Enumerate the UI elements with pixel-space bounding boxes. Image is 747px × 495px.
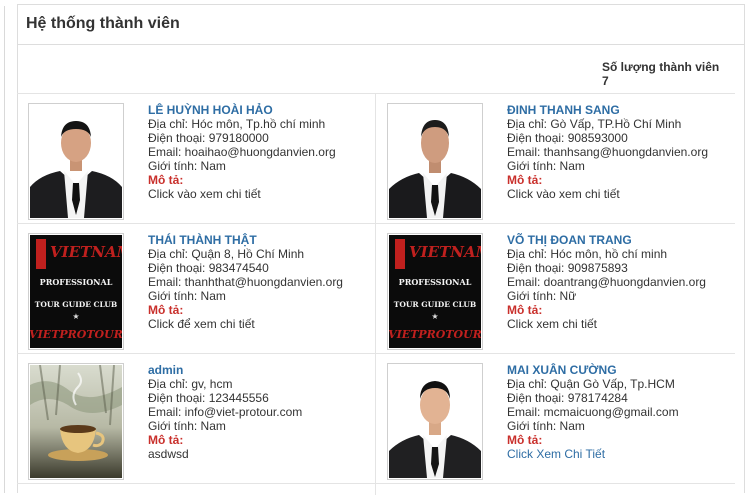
member-desc-label: Mô tả: — [507, 433, 543, 447]
member-email: Email: thanhsang@huongdanvien.org — [507, 145, 708, 159]
member-address: Địa chỉ: Quận Gò Vấp, Tp.HCM — [507, 377, 675, 391]
svg-text:★: ★ — [72, 312, 79, 321]
member-name-link[interactable]: THÁI THÀNH THẬT — [148, 233, 343, 247]
member-info: admin Địa chỉ: gv, hcm Điện thoại: 12344… — [148, 363, 302, 461]
member-email: Email: doantrang@huongdanvien.org — [507, 275, 706, 289]
member-photo[interactable]: VIETNAM PROFESSIONAL TOUR GUIDE CLUB ★ V… — [387, 233, 483, 350]
member-name-link[interactable]: ĐINH THANH SANG — [507, 103, 708, 117]
member-gender: Giới tính: Nam — [148, 159, 226, 173]
member-card: MAI XUÂN CƯỜNG Địa chỉ: Quận Gò Vấp, Tp.… — [376, 353, 735, 483]
member-address: Địa chỉ: Gò Vấp, TP.Hồ Chí Minh — [507, 117, 682, 131]
logo-line3: TOUR GUIDE CLUB — [35, 300, 118, 309]
portrait-man-suit-icon — [389, 365, 481, 478]
member-address: Địa chỉ: gv, hcm — [148, 377, 233, 391]
member-grid: LÊ HUỲNH HOÀI HẢO Địa chỉ: Hóc môn, Tp.h… — [17, 93, 735, 495]
member-desc: Click để xem chi tiết — [148, 317, 255, 331]
logo-line4: VIETPROTOUR — [30, 328, 122, 341]
member-info: ĐINH THANH SANG Địa chỉ: Gò Vấp, TP.Hồ C… — [507, 103, 708, 201]
member-info: LÊ HUỲNH HOÀI HẢO Địa chỉ: Hóc môn, Tp.h… — [148, 103, 336, 201]
member-info: THÁI THÀNH THẬT Địa chỉ: Quận 8, Hồ Chí … — [148, 233, 343, 331]
portrait-man-suit-icon — [389, 105, 481, 218]
member-photo[interactable] — [28, 363, 124, 480]
member-name-link[interactable]: MAI XUÂN CƯỜNG — [507, 363, 679, 377]
member-name-link[interactable]: VÕ THỊ ĐOAN TRANG — [507, 233, 706, 247]
member-email: Email: hoaihao@huongdanvien.org — [148, 145, 336, 159]
member-card-partial — [17, 483, 376, 495]
member-email: Email: thanhthat@huongdanvien.org — [148, 275, 343, 289]
logo-line1: VIETNAM — [409, 243, 481, 261]
member-card: VIETNAM PROFESSIONAL TOUR GUIDE CLUB ★ V… — [17, 223, 376, 353]
member-info: VÕ THỊ ĐOAN TRANG Địa chỉ: Hóc môn, hồ c… — [507, 233, 706, 331]
panel-heading: Hệ thống thành viên — [18, 5, 744, 45]
member-card: LÊ HUỲNH HOÀI HẢO Địa chỉ: Hóc môn, Tp.h… — [17, 93, 376, 223]
member-desc: Click xem chi tiết — [507, 317, 598, 331]
member-gender: Giới tính: Nam — [507, 159, 585, 173]
member-email: Email: mcmaicuong@gmail.com — [507, 405, 679, 419]
members-panel: Hệ thống thành viên Số lượng thành viên … — [17, 4, 745, 495]
portrait-man-suit-icon — [30, 105, 122, 218]
member-phone: Điện thoại: 909875893 — [507, 261, 628, 275]
coffee-cup-icon — [30, 365, 122, 478]
member-count: Số lượng thành viên 7 — [602, 60, 742, 88]
member-email: Email: info@viet-protour.com — [148, 405, 303, 419]
vietprotour-logo-icon: VIETNAM PROFESSIONAL TOUR GUIDE CLUB ★ V… — [30, 235, 122, 348]
member-desc-link[interactable]: Click Xem Chi Tiết — [507, 447, 679, 461]
member-desc-label: Mô tả: — [148, 433, 184, 447]
member-phone: Điện thoại: 979180000 — [148, 131, 269, 145]
member-photo[interactable] — [28, 103, 124, 220]
member-card: ĐINH THANH SANG Địa chỉ: Gò Vấp, TP.Hồ C… — [376, 93, 735, 223]
member-name-link[interactable]: LÊ HUỲNH HOÀI HẢO — [148, 103, 336, 117]
member-gender: Giới tính: Nam — [148, 289, 226, 303]
logo-line4: VIETPROTOUR — [389, 328, 481, 341]
member-count-value: 7 — [602, 74, 609, 88]
member-phone: Điện thoại: 978174284 — [507, 391, 628, 405]
member-desc: Click vào xem chi tiết — [148, 187, 261, 201]
member-phone: Điện thoại: 983474540 — [148, 261, 269, 275]
page-title: Hệ thống thành viên — [26, 15, 180, 32]
member-photo[interactable] — [387, 103, 483, 220]
member-count-label: Số lượng thành viên — [602, 60, 720, 74]
member-address: Địa chỉ: Hóc môn, hồ chí minh — [507, 247, 668, 261]
member-card: VIETNAM PROFESSIONAL TOUR GUIDE CLUB ★ V… — [376, 223, 735, 353]
member-phone: Điện thoại: 123445556 — [148, 391, 269, 405]
member-card-partial — [376, 483, 735, 495]
member-desc-label: Mô tả: — [148, 173, 184, 187]
member-desc: Click vào xem chi tiết — [507, 187, 620, 201]
svg-text:★: ★ — [431, 312, 438, 321]
member-card: admin Địa chỉ: gv, hcm Điện thoại: 12344… — [17, 353, 376, 483]
member-photo[interactable] — [387, 363, 483, 480]
member-desc: asdwsd — [148, 447, 189, 461]
member-desc-label: Mô tả: — [148, 303, 184, 317]
member-gender: Giới tính: Nam — [148, 419, 226, 433]
member-info: MAI XUÂN CƯỜNG Địa chỉ: Quận Gò Vấp, Tp.… — [507, 363, 679, 461]
member-address: Địa chỉ: Quận 8, Hồ Chí Minh — [148, 247, 305, 261]
member-address: Địa chỉ: Hóc môn, Tp.hồ chí minh — [148, 117, 326, 131]
page-left-border — [4, 6, 5, 493]
member-gender: Giới tính: Nam — [507, 419, 585, 433]
member-desc-label: Mô tả: — [507, 173, 543, 187]
member-phone: Điện thoại: 908593000 — [507, 131, 628, 145]
logo-line2: PROFESSIONAL — [399, 277, 472, 287]
logo-line1: VIETNAM — [50, 243, 122, 261]
member-gender: Giới tính: Nữ — [507, 289, 577, 303]
member-desc-label: Mô tả: — [507, 303, 543, 317]
logo-line2: PROFESSIONAL — [40, 277, 113, 287]
member-name-link[interactable]: admin — [148, 363, 302, 377]
logo-line3: TOUR GUIDE CLUB — [394, 300, 477, 309]
member-photo[interactable]: VIETNAM PROFESSIONAL TOUR GUIDE CLUB ★ V… — [28, 233, 124, 350]
vietprotour-logo-icon: VIETNAM PROFESSIONAL TOUR GUIDE CLUB ★ V… — [389, 235, 481, 348]
